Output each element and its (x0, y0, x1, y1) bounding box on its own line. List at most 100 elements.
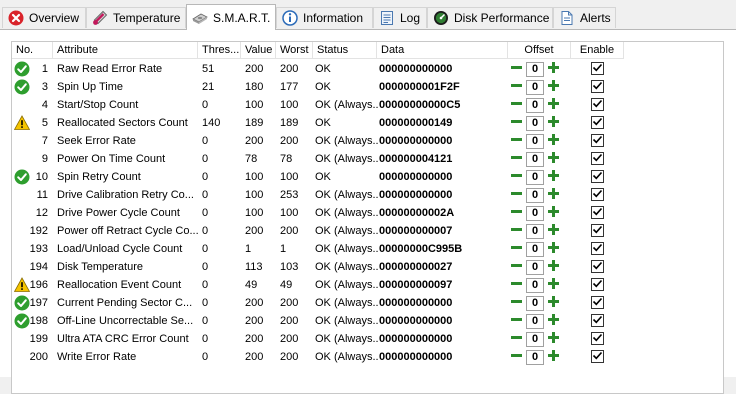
offset-decrement-button[interactable] (509, 206, 524, 221)
tab-alerts[interactable]: Alerts (553, 7, 616, 28)
offset-increment-button[interactable] (546, 314, 561, 329)
offset-value[interactable]: 0 (526, 205, 544, 221)
offset-value[interactable]: 0 (526, 79, 544, 95)
offset-increment-button[interactable] (546, 296, 561, 311)
enable-checkbox[interactable] (591, 80, 604, 93)
table-row[interactable]: 200 Write Error Rate 0 200 200 OK (Always... 0… (12, 348, 632, 366)
table-row[interactable]: 196 Reallocation Event Count 0 49 49 OK (Alwa… (12, 276, 632, 294)
table-row[interactable]: 9 Power On Time Count 0 78 78 OK (Always... 00… (12, 150, 632, 168)
offset-increment-button[interactable] (546, 242, 561, 257)
offset-increment-button[interactable] (546, 170, 561, 185)
offset-decrement-button[interactable] (509, 314, 524, 329)
offset-increment-button[interactable] (546, 332, 561, 347)
enable-checkbox[interactable] (591, 260, 604, 273)
enable-checkbox[interactable] (591, 314, 604, 327)
enable-checkbox[interactable] (591, 116, 604, 129)
offset-decrement-button[interactable] (509, 170, 524, 185)
offset-value[interactable]: 0 (526, 313, 544, 329)
table-row[interactable]: 192 Power off Retract Cycle Co... 0 200 200 O… (12, 222, 632, 240)
offset-value[interactable]: 0 (526, 169, 544, 185)
offset-decrement-button[interactable] (509, 98, 524, 113)
offset-decrement-button[interactable] (509, 80, 524, 95)
table-row[interactable]: 5 Reallocated Sectors Count 140 189 189 OK 000… (12, 114, 632, 132)
offset-value[interactable]: 0 (526, 61, 544, 77)
offset-value[interactable]: 0 (526, 223, 544, 239)
enable-checkbox[interactable] (591, 242, 604, 255)
offset-decrement-button[interactable] (509, 152, 524, 167)
column-header-worst[interactable]: Worst (276, 42, 313, 59)
tab-smart[interactable]: S.M.A.R.T. (186, 4, 276, 30)
offset-decrement-button[interactable] (509, 134, 524, 149)
enable-checkbox[interactable] (591, 278, 604, 291)
offset-value[interactable]: 0 (526, 331, 544, 347)
table-row[interactable]: 1 Raw Read Error Rate 51 200 200 OK 0000000000… (12, 60, 632, 78)
offset-increment-button[interactable] (546, 152, 561, 167)
offset-decrement-button[interactable] (509, 62, 524, 77)
offset-increment-button[interactable] (546, 116, 561, 131)
table-row[interactable]: 199 Ultra ATA CRC Error Count 0 200 200 OK (A… (12, 330, 632, 348)
column-header-offset[interactable]: Offset (508, 42, 571, 59)
offset-value[interactable]: 0 (526, 277, 544, 293)
offset-value[interactable]: 0 (526, 133, 544, 149)
column-header-no[interactable]: No. (12, 42, 53, 59)
table-row[interactable]: 10 Spin Retry Count 0 100 100 OK 000000000000 0 (12, 168, 632, 186)
offset-value[interactable]: 0 (526, 259, 544, 275)
offset-value[interactable]: 0 (526, 187, 544, 203)
column-header-threshold[interactable]: Thres... (198, 42, 241, 59)
offset-value[interactable]: 0 (526, 115, 544, 131)
offset-value[interactable]: 0 (526, 241, 544, 257)
column-header-data[interactable]: Data (377, 42, 508, 59)
offset-decrement-button[interactable] (509, 332, 524, 347)
enable-checkbox[interactable] (591, 62, 604, 75)
offset-value[interactable]: 0 (526, 97, 544, 113)
offset-decrement-button[interactable] (509, 224, 524, 239)
offset-decrement-button[interactable] (509, 278, 524, 293)
table-row[interactable]: 4 Start/Stop Count 0 100 100 OK (Always... 000… (12, 96, 632, 114)
enable-checkbox[interactable] (591, 170, 604, 183)
enable-checkbox[interactable] (591, 188, 604, 201)
offset-decrement-button[interactable] (509, 242, 524, 257)
offset-increment-button[interactable] (546, 62, 561, 77)
offset-decrement-button[interactable] (509, 116, 524, 131)
table-row[interactable]: 198 Off-Line Uncorrectable Se... 0 200 200 OK… (12, 312, 632, 330)
offset-decrement-button[interactable] (509, 260, 524, 275)
offset-value[interactable]: 0 (526, 151, 544, 167)
table-row[interactable]: 12 Drive Power Cycle Count 0 100 100 OK (Alwa… (12, 204, 632, 222)
offset-decrement-button[interactable] (509, 188, 524, 203)
offset-increment-button[interactable] (546, 278, 561, 293)
enable-checkbox[interactable] (591, 296, 604, 309)
enable-checkbox[interactable] (591, 152, 604, 165)
column-header-status[interactable]: Status (313, 42, 377, 59)
enable-checkbox[interactable] (591, 224, 604, 237)
enable-checkbox[interactable] (591, 332, 604, 345)
tab-disk-performance[interactable]: Disk Performance (427, 7, 553, 28)
offset-increment-button[interactable] (546, 350, 561, 365)
offset-increment-button[interactable] (546, 206, 561, 221)
offset-increment-button[interactable] (546, 260, 561, 275)
column-header-enable[interactable]: Enable (571, 42, 624, 59)
tab-information[interactable]: Information (276, 7, 373, 28)
offset-value[interactable]: 0 (526, 349, 544, 365)
table-row[interactable]: 194 Disk Temperature 0 113 103 OK (Always... 0… (12, 258, 632, 276)
table-row[interactable]: 3 Spin Up Time 21 180 177 OK 0000000001F2F 0 (12, 78, 632, 96)
table-row[interactable]: 193 Load/Unload Cycle Count 0 1 1 OK (Always.… (12, 240, 632, 258)
tab-temperature[interactable]: Temperature (86, 7, 186, 28)
offset-increment-button[interactable] (546, 188, 561, 203)
table-row[interactable]: 7 Seek Error Rate 0 200 200 OK (Always... 0000… (12, 132, 632, 150)
column-header-value[interactable]: Value (241, 42, 276, 59)
offset-increment-button[interactable] (546, 98, 561, 113)
offset-increment-button[interactable] (546, 224, 561, 239)
offset-decrement-button[interactable] (509, 350, 524, 365)
offset-increment-button[interactable] (546, 80, 561, 95)
column-header-attribute[interactable]: Attribute (53, 42, 198, 59)
offset-decrement-button[interactable] (509, 296, 524, 311)
table-row[interactable]: 11 Drive Calibration Retry Co... 0 100 253 OK… (12, 186, 632, 204)
enable-checkbox[interactable] (591, 134, 604, 147)
tab-log[interactable]: Log (373, 7, 427, 28)
offset-increment-button[interactable] (546, 134, 561, 149)
table-row[interactable]: 197 Current Pending Sector C... 0 200 200 OK … (12, 294, 632, 312)
enable-checkbox[interactable] (591, 98, 604, 111)
tab-overview[interactable]: Overview (2, 7, 86, 28)
enable-checkbox[interactable] (591, 350, 604, 363)
enable-checkbox[interactable] (591, 206, 604, 219)
